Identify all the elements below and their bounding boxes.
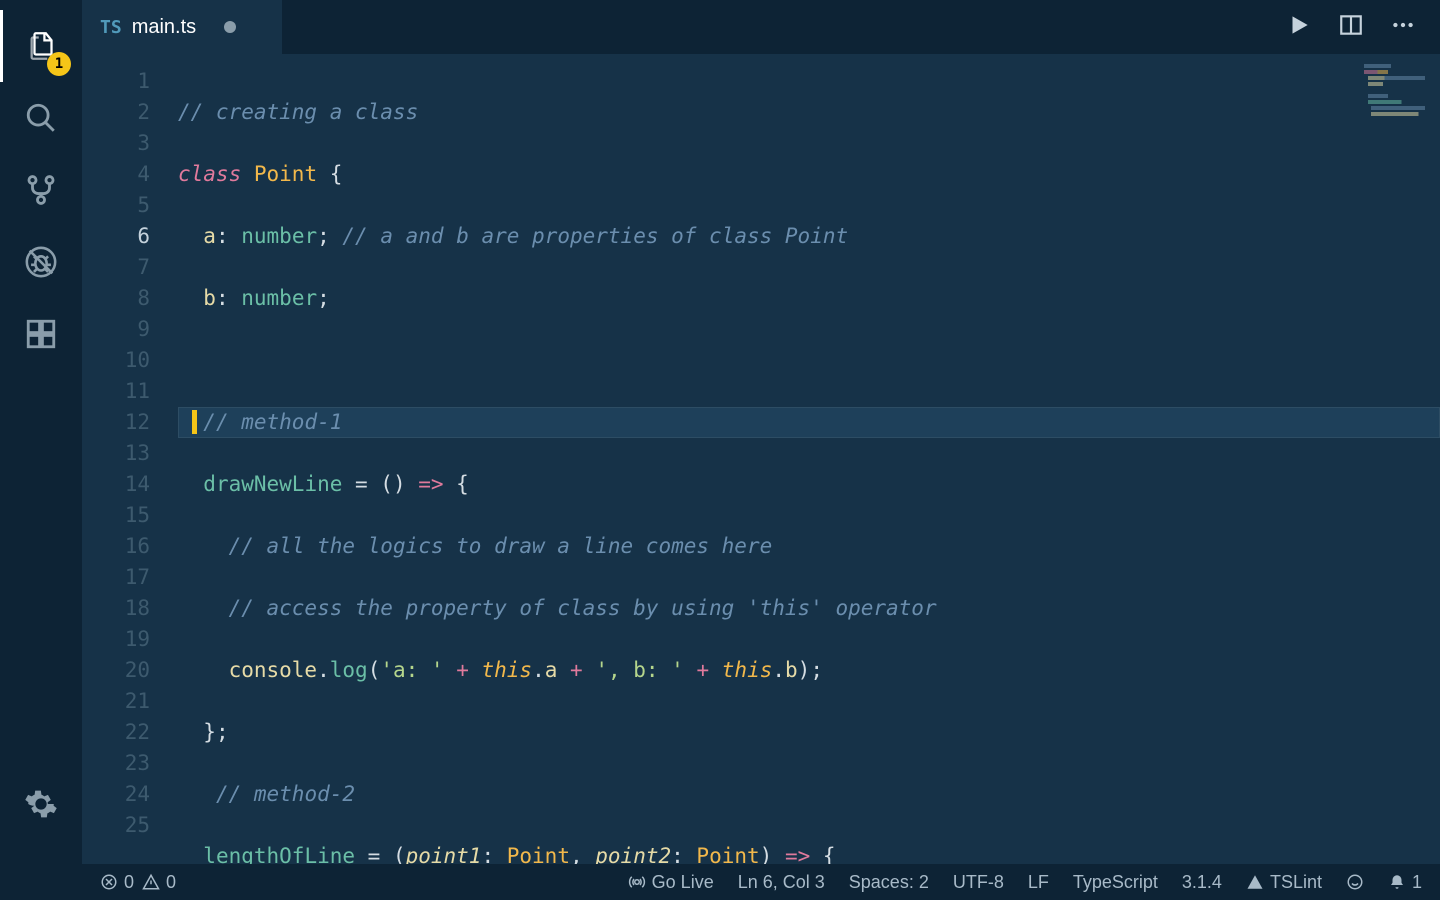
activity-search[interactable]: [0, 82, 82, 154]
tab-filename: main.ts: [132, 16, 196, 39]
activity-debug[interactable]: [0, 226, 82, 298]
status-position[interactable]: Ln 6, Col 3: [738, 872, 825, 893]
status-feedback[interactable]: [1346, 873, 1364, 891]
split-icon: [1338, 12, 1364, 38]
status-spaces[interactable]: Spaces: 2: [849, 872, 929, 893]
error-icon: [100, 873, 118, 891]
gear-icon: [24, 787, 58, 821]
code-line: // access the property of class by using…: [178, 593, 1440, 624]
warning-icon: [142, 873, 160, 891]
extensions-icon: [24, 317, 58, 351]
code-line: // creating a class: [178, 97, 1440, 128]
status-bar: 0 0 Go Live Ln 6, Col 3 Spaces: 2 UTF-8 …: [82, 864, 1440, 900]
tab-main-ts[interactable]: TS main.ts: [82, 0, 282, 54]
split-editor-button[interactable]: [1338, 12, 1364, 42]
tab-language-badge: TS: [100, 17, 122, 38]
branch-icon: [24, 173, 58, 207]
code-area[interactable]: // creating a class class Point { a: num…: [178, 54, 1440, 864]
activity-extensions[interactable]: [0, 298, 82, 370]
code-line: // method-2: [178, 779, 1440, 810]
code-line: drawNewLine = () => {: [178, 469, 1440, 500]
status-eol[interactable]: LF: [1028, 872, 1049, 893]
code-line: b: number;: [178, 283, 1440, 314]
minimap[interactable]: [1364, 64, 1432, 124]
code-line: a: number; // a and b are properties of …: [178, 221, 1440, 252]
smile-icon: [1346, 873, 1364, 891]
activity-bar: 1: [0, 0, 82, 900]
status-language[interactable]: TypeScript: [1073, 872, 1158, 893]
status-tslint[interactable]: TSLint: [1246, 872, 1322, 893]
code-line: [178, 345, 1440, 376]
status-errors[interactable]: 0: [100, 872, 134, 893]
status-ts-version[interactable]: 3.1.4: [1182, 872, 1222, 893]
status-golive[interactable]: Go Live: [628, 872, 714, 893]
debug-icon: [24, 245, 58, 279]
editor[interactable]: 1 2 3 4 5 6 7 8 9 10 11 12 13 14 15 16 1…: [82, 54, 1440, 864]
activity-source-control[interactable]: [0, 154, 82, 226]
warning-icon: [1246, 873, 1264, 891]
code-line: console.log('a: ' + this.a + ', b: ' + t…: [178, 655, 1440, 686]
tab-bar: TS main.ts: [82, 0, 1440, 54]
code-line: class Point {: [178, 159, 1440, 190]
explorer-badge: 1: [47, 52, 71, 76]
dirty-indicator-icon: [224, 21, 236, 33]
cursor-icon: [192, 410, 197, 434]
ellipsis-icon: [1390, 12, 1416, 38]
bell-icon: [1388, 873, 1406, 891]
status-warnings[interactable]: 0: [142, 872, 176, 893]
play-icon: [1286, 12, 1312, 38]
code-line: lengthOfLine = (point1: Point, point2: P…: [178, 841, 1440, 864]
line-number-gutter: 1 2 3 4 5 6 7 8 9 10 11 12 13 14 15 16 1…: [82, 54, 178, 864]
run-button[interactable]: [1286, 12, 1312, 42]
code-line: };: [178, 717, 1440, 748]
broadcast-icon: [628, 873, 646, 891]
code-line-current: // method-1: [178, 407, 1440, 438]
status-encoding[interactable]: UTF-8: [953, 872, 1004, 893]
activity-explorer[interactable]: 1: [0, 10, 82, 82]
status-notifications[interactable]: 1: [1388, 872, 1422, 893]
code-line: // all the logics to draw a line comes h…: [178, 531, 1440, 562]
search-icon: [24, 101, 58, 135]
more-actions-button[interactable]: [1390, 12, 1416, 42]
activity-settings[interactable]: [0, 768, 82, 840]
